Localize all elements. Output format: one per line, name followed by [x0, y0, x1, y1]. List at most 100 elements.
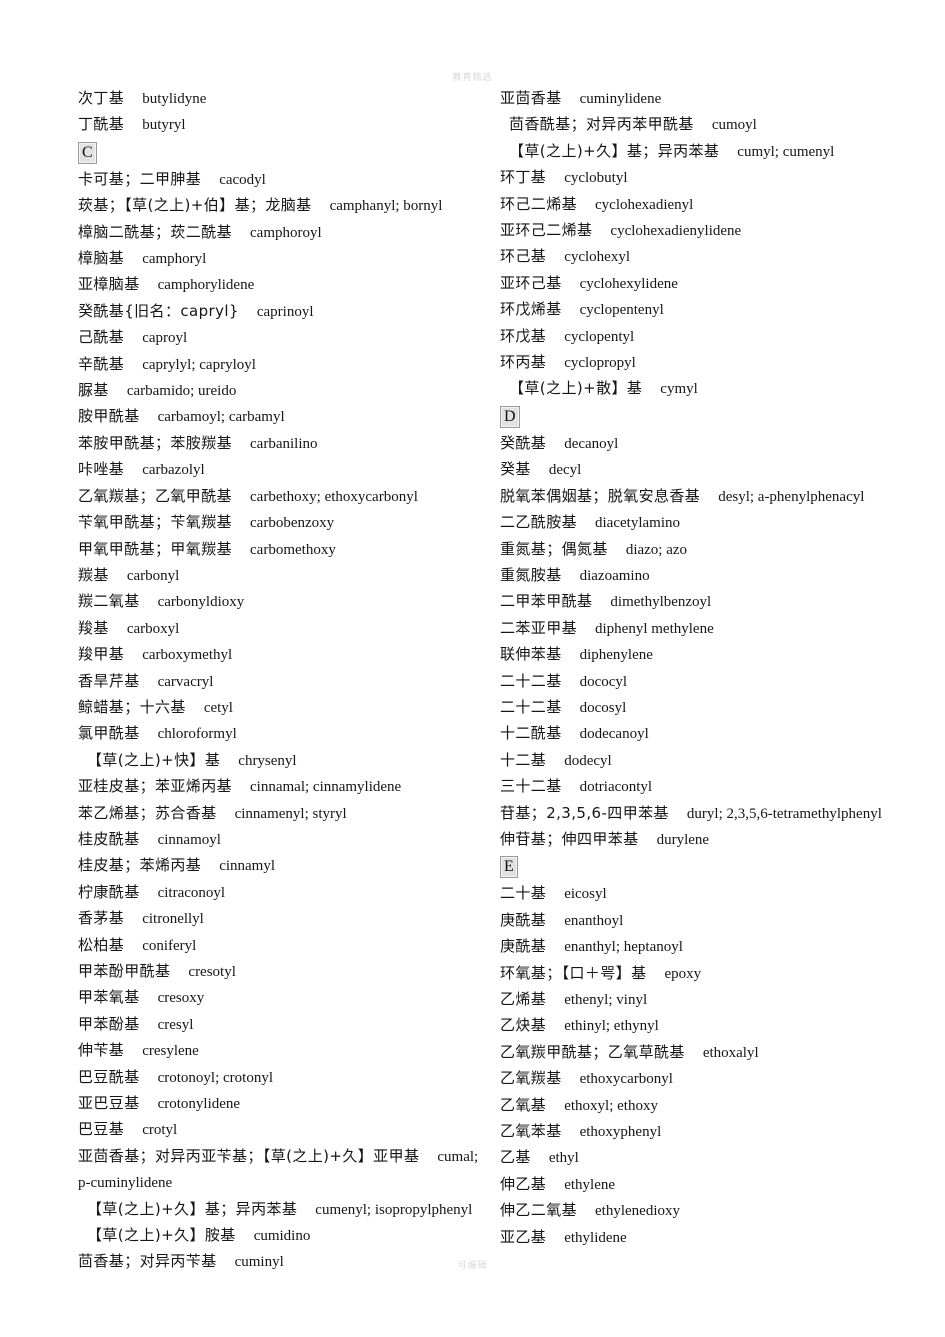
entry-english-term: carbethoxy; ethoxycarbonyl	[250, 488, 418, 505]
entry-chinese-term: 庚酰基	[500, 937, 547, 956]
entry-chinese-term: 羰基	[78, 565, 109, 584]
entry-english-term: carboxyl	[126, 620, 180, 637]
entry-english-term: duryl; 2,3,5,6-tetramethylphenyl	[686, 805, 882, 822]
entry-chinese-term: 香旱芹基	[78, 671, 140, 690]
entry-chinese-term: 茴香酰基；对异丙苯甲酰基	[509, 115, 694, 134]
entry-chinese-term: 二十二基	[500, 671, 562, 690]
glossary-entry: 鲸蜡基；十六基 cetyl	[78, 695, 488, 721]
entry-english-term: carbamido; ureido	[126, 383, 237, 400]
glossary-entry: 伸苷基；伸四甲苯基 durylene	[500, 827, 910, 853]
glossary-entry: 桂皮酰基 cinnamoyl	[78, 827, 488, 853]
entry-chinese-term: 亚茴香基；对异丙亚苄基；【草(之上)+久】亚甲基	[78, 1146, 420, 1165]
entry-english-term: carbamoyl; carbamyl	[157, 409, 285, 426]
entry-chinese-term: 乙氧基	[500, 1095, 547, 1114]
section-letter-box: D	[500, 405, 520, 428]
entry-chinese-term: 伸乙二氧基	[500, 1201, 578, 1220]
glossary-entry: 乙氧羰甲酰基；乙氧草酰基 ethoxalyl	[500, 1040, 910, 1066]
glossary-entry: 羧甲基 carboxymethyl	[78, 642, 488, 668]
entry-english-term: dotriacontyl	[579, 779, 653, 796]
entry-chinese-term: 羧基	[78, 618, 109, 637]
entry-chinese-term: 羧甲基	[78, 645, 125, 664]
two-column-layout: 次丁基 butylidyne 丁酰基 butyryl C 卡可基；二甲胂基 cacodyl 莰…	[0, 86, 945, 1270]
glossary-entry: 乙烯基 ethenyl; vinyl	[500, 987, 910, 1013]
entry-chinese-term: 三十二基	[500, 777, 562, 796]
glossary-entry: 环氧基；【口＋咢】基 epoxy	[500, 961, 910, 987]
glossary-entry: 二甲苯甲酰基 dimethylbenzoyl	[500, 589, 910, 615]
glossary-entry: 环己二烯基 cyclohexadienyl	[500, 192, 910, 218]
entry-english-term: eicosyl	[564, 886, 607, 903]
entry-chinese-term: 亚乙基	[500, 1227, 547, 1246]
entry-english-term: decyl	[548, 462, 582, 479]
entry-chinese-term: 樟脑二酰基；莰二酰基	[78, 222, 233, 241]
entry-chinese-term: 庚酰基	[500, 910, 547, 929]
glossary-entry: 亚樟脑基 camphorylidene	[78, 272, 488, 298]
entry-english-term: dodecyl	[564, 752, 612, 769]
glossary-entry: 香茅基 citronellyl	[78, 906, 488, 932]
entry-chinese-term: 十二基	[500, 750, 547, 769]
entry-chinese-term: 乙炔基	[500, 1016, 547, 1035]
entry-english-term: carvacryl	[157, 673, 214, 690]
entry-chinese-term: 【草(之上)+久】基；异丙苯基	[509, 141, 720, 160]
glossary-entry: 亚桂皮基；苯亚烯丙基 cinnamal; cinnamylidene	[78, 774, 488, 800]
glossary-entry: 苷基；2,3,5,6-四甲苯基 duryl; 2,3,5,6-tetramethy…	[500, 801, 910, 827]
glossary-entry: 亚茴香基 cuminylidene	[500, 86, 910, 112]
glossary-entry: 甲氧甲酰基；甲氧羰基 carbomethoxy	[78, 537, 488, 563]
entry-english-term: cyclopentyl	[564, 328, 635, 345]
entry-chinese-term: 亚桂皮基；苯亚烯丙基	[78, 777, 233, 796]
entry-chinese-term: 伸乙基	[500, 1174, 547, 1193]
section-letter-e: E	[500, 854, 910, 880]
glossary-entry: 甲苯酚基 cresyl	[78, 1012, 488, 1038]
entry-english-term: cumoyl	[711, 117, 757, 134]
entry-chinese-term: 乙氧苯基	[500, 1122, 562, 1141]
entry-chinese-term: 己酰基	[78, 328, 125, 347]
entry-chinese-term: 巴豆酰基	[78, 1067, 140, 1086]
entry-chinese-term: 【草(之上)+快】基	[87, 750, 221, 769]
entry-english-term: dodecanoyl	[579, 726, 649, 743]
glossary-entry: 羰基 carbonyl	[78, 563, 488, 589]
entry-chinese-term: 亚樟脑基	[78, 275, 140, 294]
entry-english-term: cacodyl	[219, 171, 266, 188]
entry-chinese-term: 癸酰基	[500, 433, 547, 452]
glossary-entry: 脲基 carbamido; ureido	[78, 378, 488, 404]
entry-chinese-term: 乙氧羰基；乙氧甲酰基	[78, 486, 233, 505]
glossary-entry: 二十二基 dococyl	[500, 669, 910, 695]
entry-english-term: butyryl	[142, 117, 186, 134]
entry-chinese-term: 巴豆基	[78, 1120, 125, 1139]
glossary-entry: 乙基 ethyl	[500, 1145, 910, 1171]
glossary-entry: 乙氧羰基；乙氧甲酰基 carbethoxy; ethoxycarbonyl	[78, 484, 488, 510]
entry-chinese-term: 二十基	[500, 884, 547, 903]
glossary-entry: 伸乙二氧基 ethylenedioxy	[500, 1198, 910, 1224]
glossary-entry: 乙炔基 ethinyl; ethynyl	[500, 1013, 910, 1039]
entry-english-term: crotonoyl; crotonyl	[157, 1069, 274, 1086]
glossary-entry: 三十二基 dotriacontyl	[500, 774, 910, 800]
entry-english-term: cumyl; cumenyl	[737, 143, 835, 160]
entry-english-term: camphoroyl	[250, 224, 322, 241]
entry-english-term: ethylene	[564, 1176, 616, 1193]
entry-english-term: caprylyl; capryloyl	[142, 356, 256, 373]
entry-chinese-term: 甲氧甲酰基；甲氧羰基	[78, 539, 233, 558]
glossary-entry: 【草(之上)+久】基；异丙苯基 cumyl; cumenyl	[500, 139, 910, 165]
entry-english-term: enanthoyl	[564, 912, 624, 929]
glossary-entry: 环己基 cyclohexyl	[500, 244, 910, 270]
entry-chinese-term: 咔唑基	[78, 460, 125, 479]
section-letter-box: E	[500, 856, 518, 879]
entry-chinese-term: 二苯亚甲基	[500, 618, 578, 637]
glossary-entry: 重氮胺基 diazoamino	[500, 563, 910, 589]
glossary-entry: 环丙基 cyclopropyl	[500, 350, 910, 376]
left-column: 次丁基 butylidyne 丁酰基 butyryl C 卡可基；二甲胂基 cacodyl 莰…	[78, 86, 488, 1276]
entry-chinese-term: 环戊基	[500, 326, 547, 345]
entry-chinese-term: 乙氧羰甲酰基；乙氧草酰基	[500, 1042, 685, 1061]
glossary-entry: 咔唑基 carbazolyl	[78, 457, 488, 483]
entry-english-term: carbomethoxy	[250, 541, 336, 558]
entry-english-term: cresyl	[157, 1016, 194, 1033]
glossary-entry: 卡可基；二甲胂基 cacodyl	[78, 167, 488, 193]
entry-english-term: ethoxyl; ethoxy	[564, 1097, 658, 1114]
section-letter-c: C	[78, 140, 488, 166]
section-letter-box: C	[78, 141, 97, 164]
entry-chinese-term: 脲基	[78, 381, 109, 400]
glossary-entry: 乙氧基 ethoxyl; ethoxy	[500, 1093, 910, 1119]
entry-english-term: diphenylene	[579, 647, 653, 664]
glossary-entry: 樟脑二酰基；莰二酰基 camphoroyl	[78, 220, 488, 246]
entry-chinese-term: 环丁基	[500, 168, 547, 187]
entry-chinese-term: 次丁基	[78, 89, 125, 107]
